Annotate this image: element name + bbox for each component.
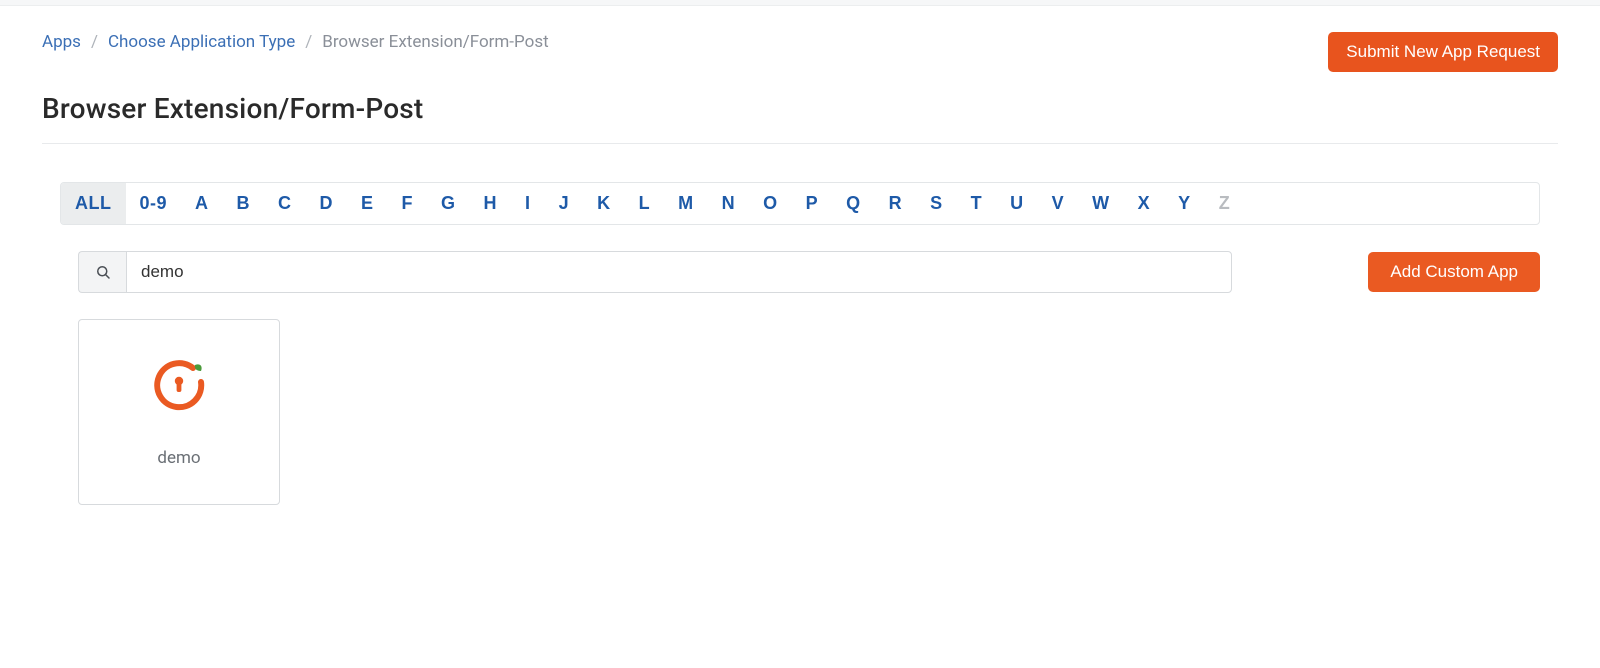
alpha-filter-y[interactable]: Y bbox=[1164, 183, 1205, 224]
breadcrumb-separator: / bbox=[91, 32, 98, 52]
breadcrumb-link-choose-type[interactable]: Choose Application Type bbox=[108, 32, 295, 52]
alpha-filter-u[interactable]: U bbox=[996, 183, 1038, 224]
keyhole-orange-circle-icon bbox=[151, 356, 207, 412]
alpha-filter-g[interactable]: G bbox=[427, 183, 470, 224]
alpha-filter-b[interactable]: B bbox=[223, 183, 265, 224]
app-card-label: demo bbox=[157, 448, 200, 468]
app-card[interactable]: demo bbox=[78, 319, 280, 505]
alpha-filter-all[interactable]: ALL bbox=[61, 183, 126, 224]
alpha-filter-d[interactable]: D bbox=[306, 183, 348, 224]
search-input[interactable] bbox=[126, 251, 1232, 293]
alpha-filter-z: Z bbox=[1205, 183, 1245, 224]
add-custom-app-button[interactable]: Add Custom App bbox=[1368, 252, 1540, 292]
alpha-filter-e[interactable]: E bbox=[347, 183, 388, 224]
alpha-filter-bar: ALL0-9ABCDEFGHIJKLMNOPQRSTUVWXYZ bbox=[60, 182, 1540, 225]
content-area: ALL0-9ABCDEFGHIJKLMNOPQRSTUVWXYZ Add Cus… bbox=[42, 144, 1558, 505]
page-header: Apps / Choose Application Type / Browser… bbox=[42, 6, 1558, 72]
alpha-filter-t[interactable]: T bbox=[957, 183, 997, 224]
alpha-filter-a[interactable]: A bbox=[181, 183, 223, 224]
breadcrumb-link-apps[interactable]: Apps bbox=[42, 32, 81, 52]
alpha-filter-c[interactable]: C bbox=[264, 183, 306, 224]
results-grid: demo bbox=[78, 319, 1540, 505]
search-row: Add Custom App bbox=[60, 251, 1540, 293]
alpha-filter-h[interactable]: H bbox=[470, 183, 512, 224]
breadcrumb-separator: / bbox=[305, 32, 312, 52]
alpha-filter-w[interactable]: W bbox=[1078, 183, 1124, 224]
alpha-filter-j[interactable]: J bbox=[545, 183, 584, 224]
alpha-filter-f[interactable]: F bbox=[388, 183, 428, 224]
alpha-filter-v[interactable]: V bbox=[1038, 183, 1079, 224]
alpha-filter-k[interactable]: K bbox=[583, 183, 625, 224]
alpha-filter-i[interactable]: I bbox=[511, 183, 545, 224]
alpha-filter-x[interactable]: X bbox=[1124, 183, 1165, 224]
search-icon bbox=[78, 251, 126, 293]
alpha-filter-p[interactable]: P bbox=[792, 183, 833, 224]
submit-new-app-button[interactable]: Submit New App Request bbox=[1328, 32, 1558, 72]
breadcrumb-current: Browser Extension/Form-Post bbox=[322, 32, 548, 52]
alpha-filter-0-9[interactable]: 0-9 bbox=[126, 183, 182, 224]
alpha-filter-r[interactable]: R bbox=[875, 183, 917, 224]
breadcrumb: Apps / Choose Application Type / Browser… bbox=[42, 32, 549, 52]
page-title: Browser Extension/Form-Post bbox=[42, 92, 1558, 125]
alpha-filter-s[interactable]: S bbox=[916, 183, 957, 224]
search-wrap bbox=[78, 251, 1232, 293]
page-container: Apps / Choose Application Type / Browser… bbox=[20, 6, 1580, 505]
alpha-filter-q[interactable]: Q bbox=[832, 183, 875, 224]
alpha-filter-l[interactable]: L bbox=[625, 183, 665, 224]
alpha-filter-m[interactable]: M bbox=[664, 183, 708, 224]
alpha-filter-n[interactable]: N bbox=[708, 183, 750, 224]
alpha-filter-o[interactable]: O bbox=[749, 183, 792, 224]
